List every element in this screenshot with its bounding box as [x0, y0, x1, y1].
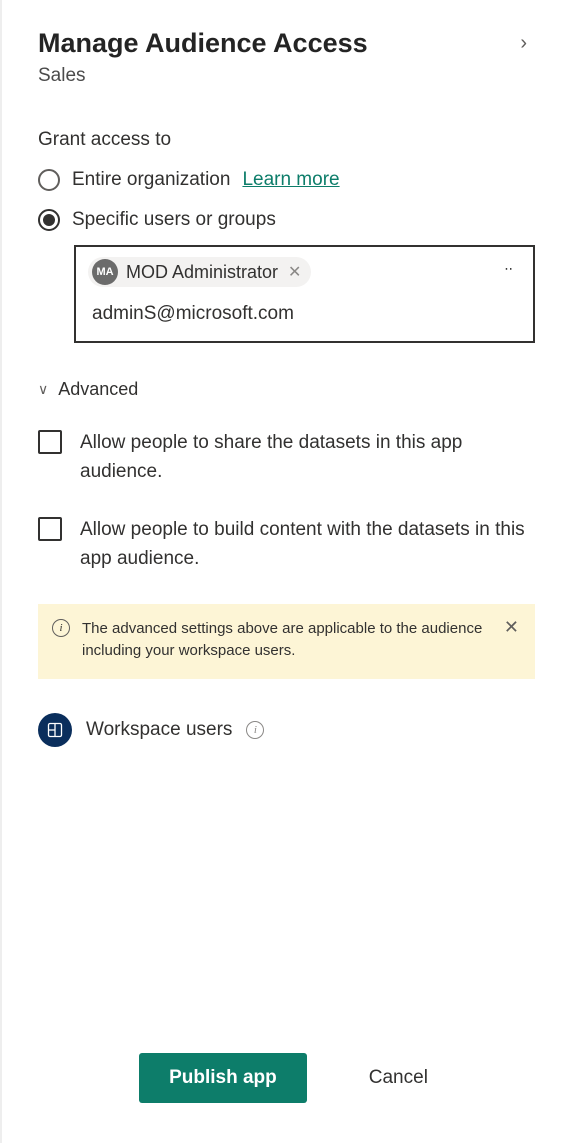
remove-chip-button[interactable]: ✕	[286, 262, 303, 282]
grant-access-label: Grant access to	[38, 129, 535, 151]
radio-entire-organization-row[interactable]: Entire organization Learn more	[38, 169, 535, 191]
panel-title: Manage Audience Access	[38, 28, 368, 59]
people-picker[interactable]: MA MOD Administrator ✕ ‧ ‧	[74, 245, 535, 343]
allow-build-row: Allow people to build content with the d…	[38, 515, 535, 574]
allow-build-label: Allow people to build content with the d…	[80, 515, 525, 574]
people-chip: MA MOD Administrator ✕	[88, 257, 311, 287]
workspace-users-label: Workspace users	[86, 719, 232, 741]
radio-entire-organization[interactable]	[38, 169, 60, 191]
chevron-down-icon: ∨	[38, 381, 48, 398]
audience-access-panel: Manage Audience Access › Sales Grant acc…	[0, 0, 565, 1143]
cancel-button[interactable]: Cancel	[363, 1066, 434, 1090]
workspace-icon	[38, 713, 72, 747]
allow-share-checkbox[interactable]	[38, 430, 62, 454]
radio-entire-organization-label: Entire organization	[72, 169, 230, 191]
dismiss-info-button[interactable]: ✕	[502, 618, 521, 636]
people-picker-input[interactable]	[88, 301, 521, 327]
allow-build-checkbox[interactable]	[38, 517, 62, 541]
workspace-users-info-icon[interactable]: i	[246, 721, 264, 739]
chip-name: MOD Administrator	[126, 262, 278, 283]
allow-share-label: Allow people to share the datasets in th…	[80, 428, 525, 487]
publish-app-button[interactable]: Publish app	[139, 1053, 307, 1103]
footer: Publish app Cancel	[38, 1027, 535, 1143]
learn-more-link[interactable]: Learn more	[242, 169, 339, 191]
radio-specific-users[interactable]	[38, 209, 60, 231]
workspace-users-row: Workspace users i	[38, 713, 535, 747]
advanced-info-bar: i The advanced settings above are applic…	[38, 604, 535, 680]
caret-indicator: ‧ ‧	[504, 261, 511, 278]
radio-specific-users-label: Specific users or groups	[72, 209, 276, 231]
advanced-label: Advanced	[58, 379, 138, 400]
panel-header: Manage Audience Access ›	[38, 28, 535, 59]
info-icon: i	[52, 619, 70, 637]
allow-share-row: Allow people to share the datasets in th…	[38, 428, 535, 487]
collapse-panel-button[interactable]: ›	[512, 28, 535, 59]
audience-name: Sales	[38, 65, 535, 87]
radio-specific-users-row[interactable]: Specific users or groups	[38, 209, 535, 231]
advanced-toggle[interactable]: ∨ Advanced	[38, 379, 535, 400]
info-text: The advanced settings above are applicab…	[82, 618, 490, 662]
avatar: MA	[92, 259, 118, 285]
